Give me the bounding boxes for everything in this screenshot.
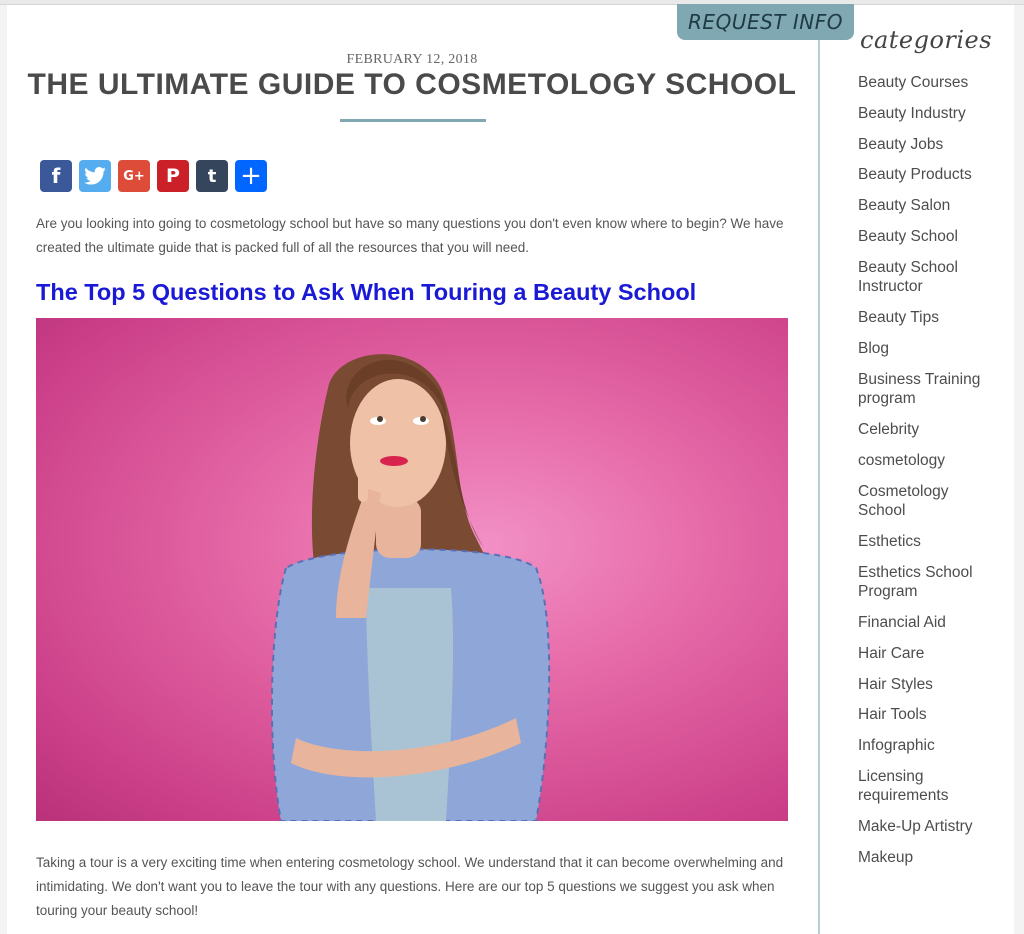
category-link[interactable]: Blog — [858, 339, 988, 359]
category-link[interactable]: Financial Aid — [858, 613, 988, 633]
post-date: FEBRUARY 12, 2018 — [346, 52, 478, 67]
category-list: Beauty Courses Beauty Industry Beauty Jo… — [858, 73, 988, 879]
category-link[interactable]: Beauty Products — [858, 165, 988, 185]
sidebar-divider — [818, 40, 820, 934]
category-link[interactable]: Beauty School Instructor — [858, 258, 988, 297]
window-top-border — [0, 0, 1024, 5]
outro-paragraph: Taking a tour is a very exciting time wh… — [36, 855, 784, 918]
sidebar-title: categories — [860, 26, 993, 54]
facebook-icon: f — [51, 164, 61, 188]
category-link[interactable]: Licensing requirements — [858, 767, 988, 806]
woman-illustration — [270, 354, 551, 821]
facebook-share-button[interactable]: f — [40, 160, 72, 192]
category-link[interactable]: Beauty School — [858, 227, 988, 247]
page-left-gutter — [0, 5, 7, 934]
category-link[interactable]: Esthetics — [858, 532, 988, 552]
intro-paragraph: Are you looking into going to cosmetolog… — [36, 216, 784, 255]
title-underline — [340, 119, 486, 122]
section-heading-link[interactable]: The Top 5 Questions to Ask When Touring … — [36, 279, 788, 306]
googleplus-share-button[interactable]: G+ — [118, 160, 150, 192]
category-link[interactable]: Beauty Tips — [858, 308, 988, 328]
twitter-icon — [84, 167, 106, 185]
page-right-gutter — [1014, 5, 1024, 934]
pinterest-share-button[interactable]: P — [157, 160, 189, 192]
category-link[interactable]: Hair Care — [858, 644, 988, 664]
category-link[interactable]: Beauty Jobs — [858, 135, 988, 155]
twitter-share-button[interactable] — [79, 160, 111, 192]
addtoany-share-button[interactable]: + — [235, 160, 267, 192]
category-link[interactable]: Beauty Courses — [858, 73, 988, 93]
request-info-button[interactable]: REQUEST INFO — [677, 4, 854, 40]
hero-image-thinking-woman — [36, 318, 788, 821]
category-link[interactable]: Beauty Industry — [858, 104, 988, 124]
tumblr-icon: t — [207, 165, 217, 187]
category-link[interactable]: Esthetics School Program — [858, 563, 988, 602]
category-link[interactable]: Beauty Salon — [858, 196, 988, 216]
social-share-bar: f G+ P t + — [40, 160, 267, 192]
category-link[interactable]: Business Training program — [858, 370, 988, 409]
plus-icon: + — [240, 161, 262, 191]
post-title: THE ULTIMATE GUIDE TO COSMETOLOGY SCHOOL — [27, 68, 797, 101]
category-link[interactable]: cosmetology — [858, 451, 988, 471]
pinterest-icon: P — [166, 165, 180, 187]
category-link[interactable]: Makeup — [858, 848, 988, 868]
googleplus-icon: G+ — [123, 168, 145, 184]
category-link[interactable]: Make-Up Artistry — [858, 817, 988, 837]
category-link[interactable]: Hair Styles — [858, 675, 988, 695]
category-link[interactable]: Hair Tools — [858, 705, 988, 725]
category-link[interactable]: Cosmetology School — [858, 482, 988, 521]
category-link[interactable]: Celebrity — [858, 420, 988, 440]
category-link[interactable]: Infographic — [858, 736, 988, 756]
tumblr-share-button[interactable]: t — [196, 160, 228, 192]
